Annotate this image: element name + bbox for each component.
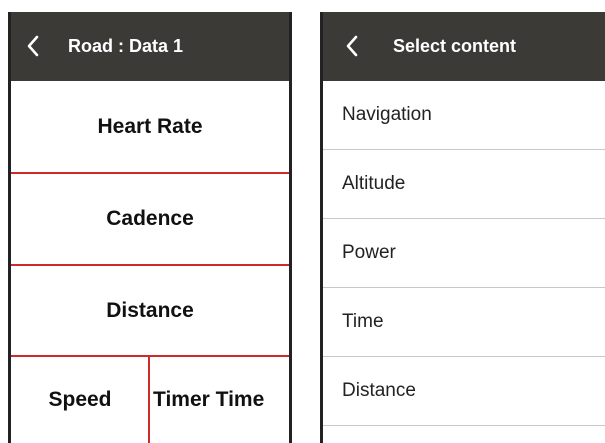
list-item-altitude[interactable]: Altitude (323, 150, 605, 219)
data-page-screen: Road : Data 1 Heart Rate Cadence Distanc… (8, 12, 292, 443)
data-field-timer-time[interactable]: Timer Time (149, 356, 289, 443)
page-title: Road : Data 1 (68, 36, 184, 56)
page-title: Select content (393, 36, 517, 56)
data-field-heart-rate[interactable]: Heart Rate (11, 81, 289, 173)
chevron-left-icon[interactable] (26, 34, 40, 58)
list-item-power[interactable]: Power (323, 219, 605, 288)
header-bar: Road : Data 1 (11, 12, 289, 81)
select-content-screen: Select content Navigation Altitude Power… (320, 12, 605, 443)
header-bar: Select content (323, 12, 605, 81)
list-item-distance[interactable]: Distance (323, 357, 605, 426)
chevron-left-icon[interactable] (345, 34, 359, 58)
list-item-navigation[interactable]: Navigation (323, 81, 605, 150)
data-field-cadence[interactable]: Cadence (11, 173, 289, 265)
data-field-speed[interactable]: Speed (11, 356, 149, 443)
data-field-distance[interactable]: Distance (11, 265, 289, 356)
list-item-time[interactable]: Time (323, 288, 605, 357)
